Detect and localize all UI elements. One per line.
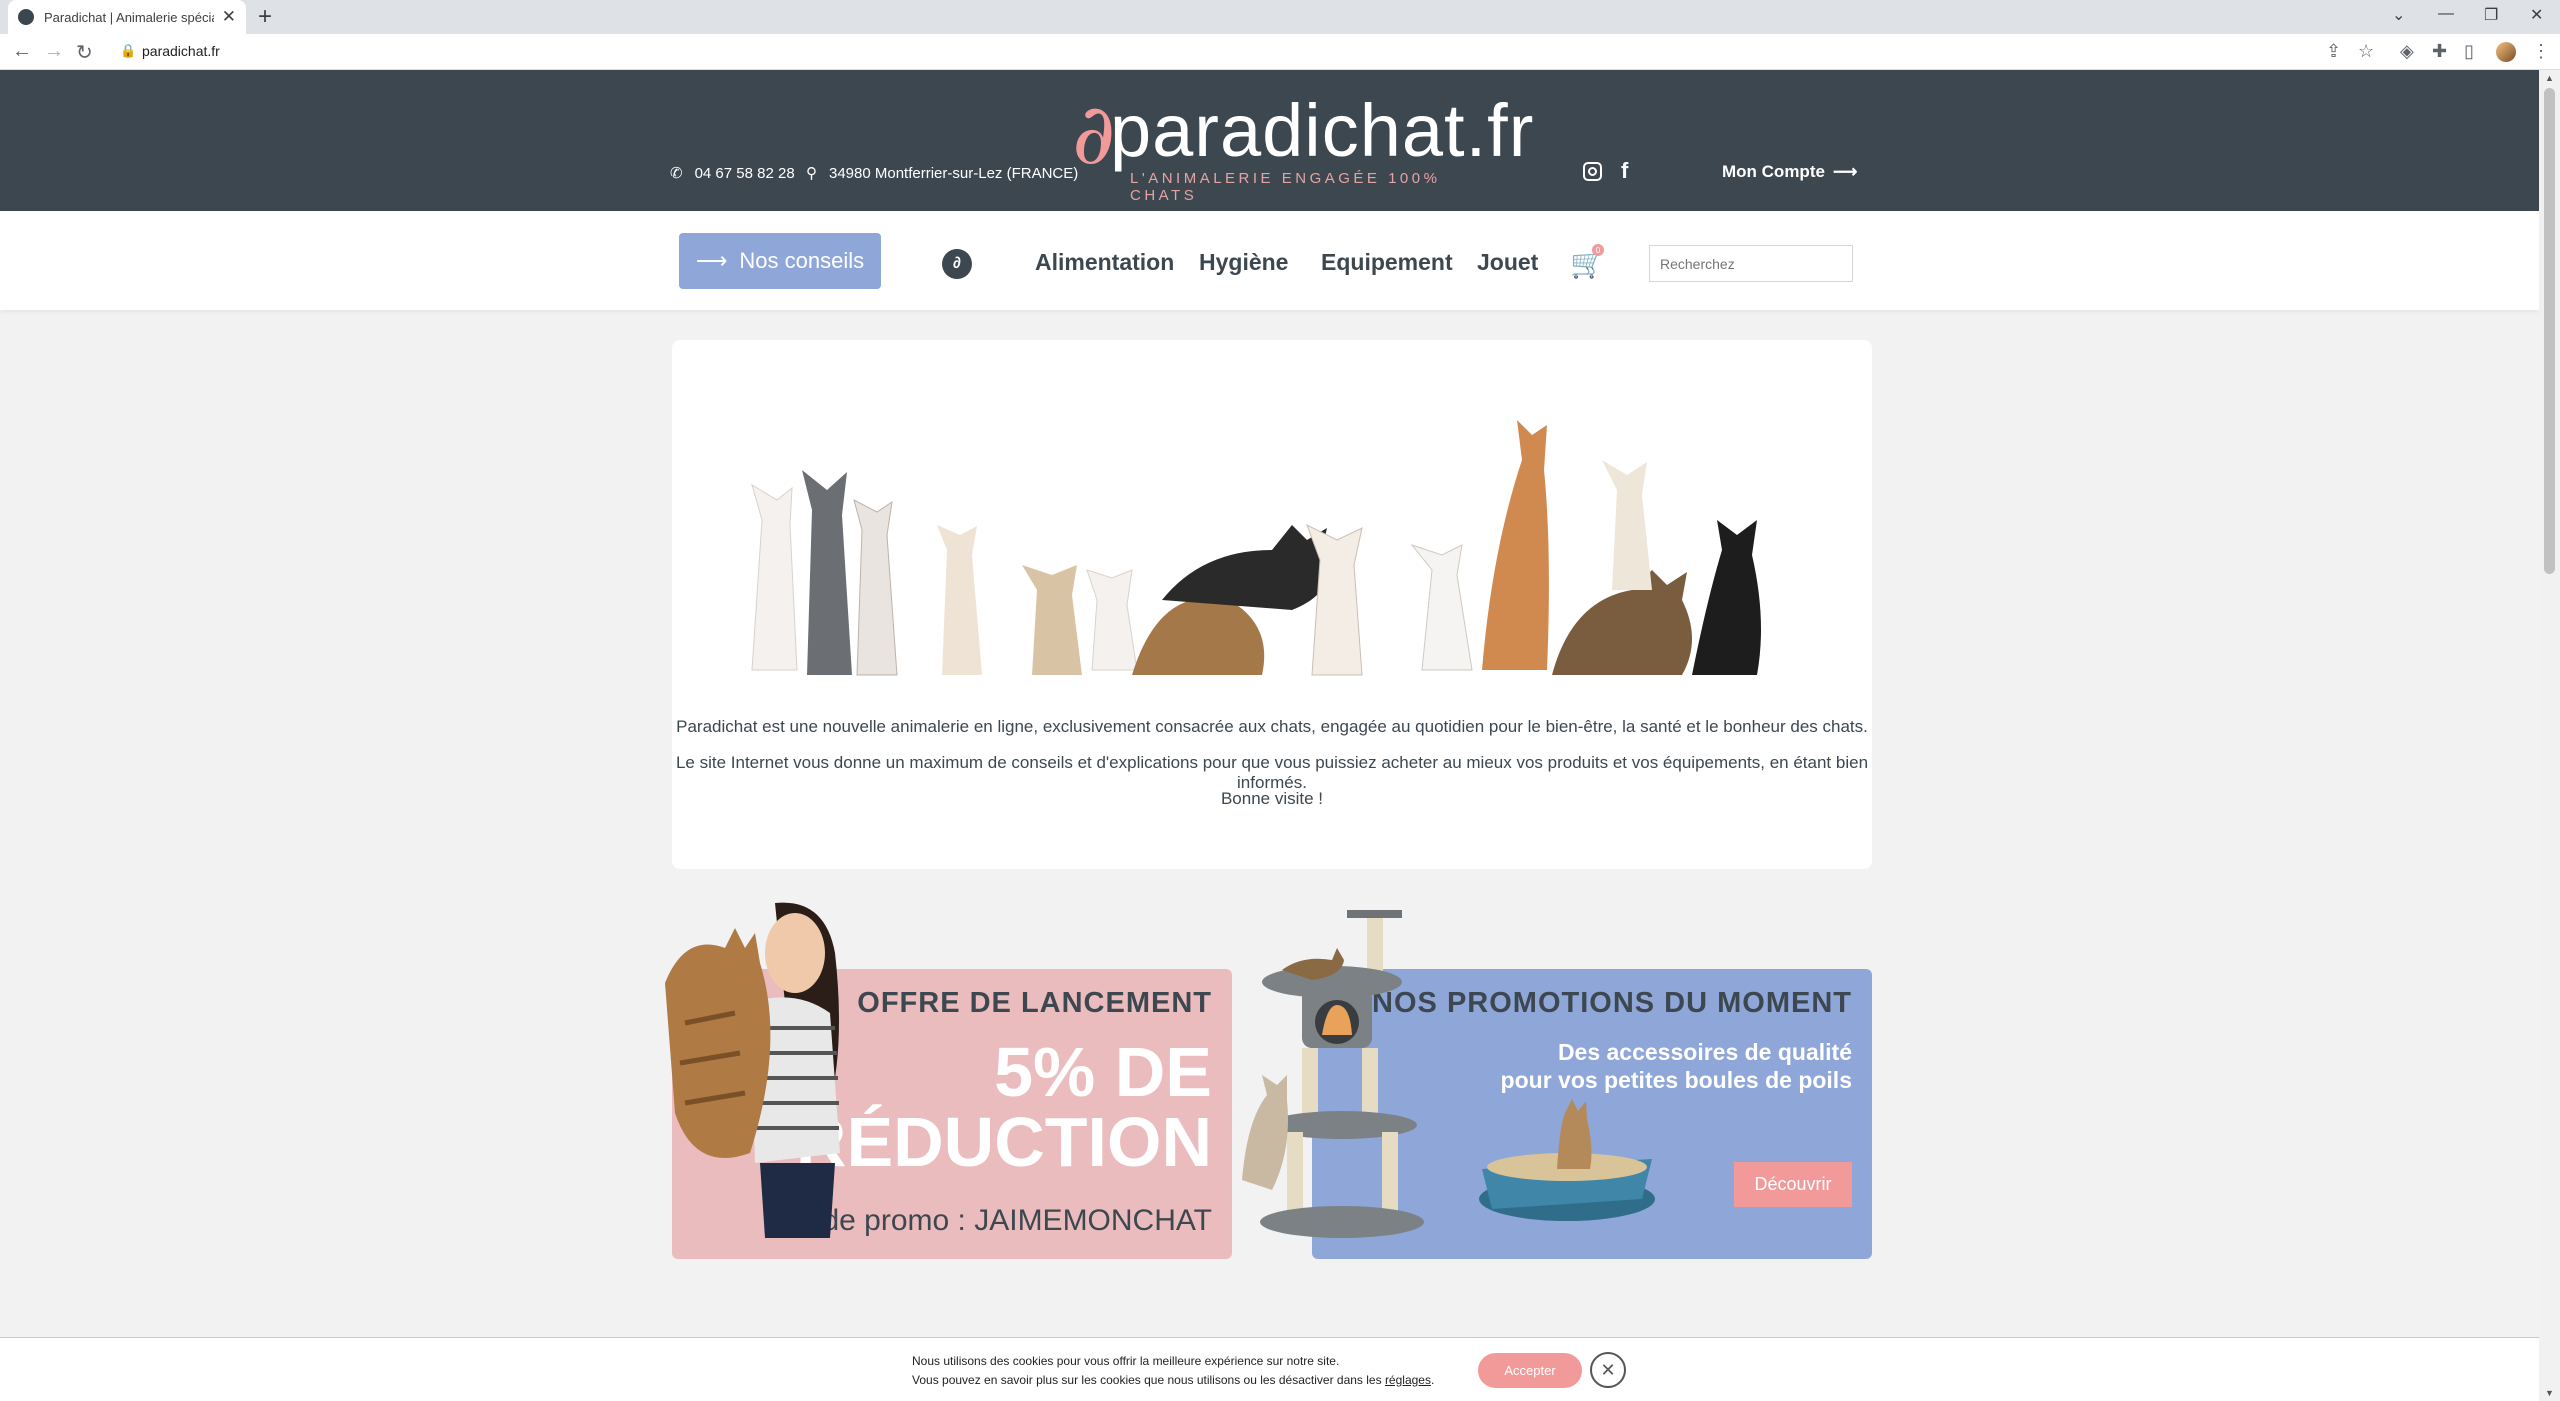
site-header: ✆ 04 67 58 82 28 ⚲ 34980 Montferrier-sur… bbox=[0, 70, 2539, 211]
tab-search-icon[interactable]: ⌄ bbox=[2392, 5, 2405, 25]
cart-count-badge: 0 bbox=[1592, 244, 1604, 256]
cat-logo-icon: ∂ bbox=[1072, 85, 1116, 183]
logo-tagline: L'ANIMALERIE ENGAGÉE 100% CHATS bbox=[1130, 170, 1441, 204]
cookie-message-text: Vous pouvez en savoir plus sur les cooki… bbox=[912, 1372, 1385, 1387]
intro-text-line: Bonne visite ! bbox=[1220, 789, 1324, 808]
favicon-icon bbox=[18, 9, 34, 25]
close-window-icon[interactable]: ✕ bbox=[2530, 5, 2543, 25]
side-panel-icon[interactable]: ▯ bbox=[2464, 41, 2474, 62]
forward-icon[interactable]: → bbox=[44, 40, 64, 63]
cookie-message: Nous utilisons des cookies pour vous off… bbox=[912, 1352, 1434, 1389]
nav-item-equipement[interactable]: Equipement bbox=[1321, 249, 1453, 276]
address-contact[interactable]: ⚲ 34980 Montferrier-sur-Lez (FRANCE) bbox=[806, 164, 1079, 183]
phone-number: 04 67 58 82 28 bbox=[694, 164, 795, 182]
reload-icon[interactable]: ↻ bbox=[76, 40, 93, 65]
accept-cookies-button[interactable]: Accepter bbox=[1478, 1353, 1582, 1388]
account-link[interactable]: Mon Compte ⟶ bbox=[1722, 162, 1857, 182]
intro-text-line: Paradichat est une nouvelle animalerie e… bbox=[676, 717, 1868, 736]
nos-conseils-button[interactable]: ⟶ Nos conseils bbox=[679, 233, 881, 289]
promotions-subtitle: Des accessoires de qualité pour vos peti… bbox=[1501, 1039, 1852, 1094]
nos-conseils-label: Nos conseils bbox=[739, 248, 865, 273]
back-icon[interactable]: ← bbox=[12, 40, 32, 63]
scroll-down-icon[interactable]: ▼ bbox=[2545, 1388, 2554, 1398]
nav-item-alimentation[interactable]: Alimentation bbox=[1035, 249, 1174, 276]
scrollbar-thumb[interactable] bbox=[2544, 88, 2555, 574]
intro-text-line: Le site Internet vous donne un maximum d… bbox=[675, 753, 1869, 792]
main-navigation: ⟶ Nos conseils ∂ Alimentation Hygiène Eq… bbox=[0, 211, 2539, 310]
lock-icon[interactable]: 🔒 bbox=[120, 43, 136, 59]
arrow-right-icon: ⟶ bbox=[695, 248, 728, 273]
woman-holding-cat-image bbox=[665, 902, 840, 1238]
cat-tree-image bbox=[1242, 910, 1424, 1238]
extension-icon[interactable]: ◈ bbox=[2400, 41, 2414, 62]
restore-icon[interactable]: ❐ bbox=[2484, 5, 2498, 25]
logo-text: paradichat.fr bbox=[1110, 89, 1535, 172]
puzzle-icon[interactable]: ✚ bbox=[2432, 41, 2447, 62]
tab-title: Paradichat | Animalerie spécialisée bbox=[44, 9, 214, 25]
scroll-up-icon[interactable]: ▲ bbox=[2545, 73, 2554, 83]
home-logo-icon[interactable]: ∂ bbox=[942, 249, 972, 279]
cookie-settings-link[interactable]: réglages bbox=[1385, 1373, 1431, 1387]
minimize-icon[interactable]: — bbox=[2438, 5, 2454, 23]
menu-icon[interactable]: ⋮ bbox=[2532, 41, 2550, 62]
phone-contact[interactable]: ✆ 04 67 58 82 28 bbox=[670, 164, 795, 183]
address-text: 34980 Montferrier-sur-Lez (FRANCE) bbox=[829, 164, 1079, 182]
discover-button[interactable]: Découvrir bbox=[1734, 1162, 1852, 1207]
litter-box-with-cat-image bbox=[1479, 1099, 1655, 1221]
instagram-icon[interactable] bbox=[1583, 162, 1602, 181]
cookie-consent-bar: Nous utilisons des cookies pour vous off… bbox=[0, 1337, 2539, 1401]
search-input[interactable] bbox=[1649, 245, 1853, 282]
location-pin-icon: ⚲ bbox=[806, 165, 817, 182]
page-scrollbar[interactable]: ▲ ▼ bbox=[2539, 70, 2560, 1401]
cats-group-image bbox=[751, 420, 1761, 676]
browser-tab[interactable]: Paradichat | Animalerie spécialisée ✕ bbox=[8, 0, 246, 34]
arrow-right-icon: ⟶ bbox=[1832, 162, 1858, 181]
new-tab-button[interactable]: + bbox=[258, 3, 272, 31]
offer-label: OFFRE DE LANCEMENT bbox=[857, 987, 1212, 1019]
account-label: Mon Compte bbox=[1722, 162, 1825, 181]
promotions-subtitle-line: Des accessoires de qualité bbox=[1557, 1039, 1852, 1065]
intro-card: Paradichat est une nouvelle animalerie e… bbox=[672, 340, 1872, 869]
address-bar[interactable]: paradichat.fr bbox=[142, 43, 220, 59]
nav-item-jouet[interactable]: Jouet bbox=[1477, 249, 1538, 276]
bookmark-star-icon[interactable]: ☆ bbox=[2358, 41, 2374, 62]
close-icon[interactable]: ✕ bbox=[1590, 1352, 1626, 1388]
cookie-message-line: Vous pouvez en savoir plus sur les cooki… bbox=[912, 1371, 1434, 1390]
site-logo[interactable]: ∂ paradichat.fr L'ANIMALERIE ENGAGÉE 100… bbox=[1072, 85, 1533, 204]
share-icon[interactable]: ⇪ bbox=[2326, 41, 2341, 62]
promotions-subtitle-line: pour vos petites boules de poils bbox=[1500, 1066, 1852, 1093]
profile-avatar[interactable] bbox=[2496, 42, 2516, 62]
browser-tabstrip: Paradichat | Animalerie spécialisée ✕ + … bbox=[0, 0, 2560, 34]
nav-item-hygiene[interactable]: Hygiène bbox=[1199, 249, 1288, 276]
phone-icon: ✆ bbox=[670, 165, 683, 182]
browser-toolbar: ← → ↻ 🔒 paradichat.fr ⇪ ☆ ◈ ✚ ▯ ⋮ bbox=[0, 34, 2560, 70]
close-tab-icon[interactable]: ✕ bbox=[222, 7, 236, 27]
cookie-message-line: Nous utilisons des cookies pour vous off… bbox=[912, 1354, 1340, 1368]
facebook-icon[interactable]: f bbox=[1621, 158, 1628, 184]
cookie-message-punctuation: . bbox=[1430, 1372, 1435, 1387]
